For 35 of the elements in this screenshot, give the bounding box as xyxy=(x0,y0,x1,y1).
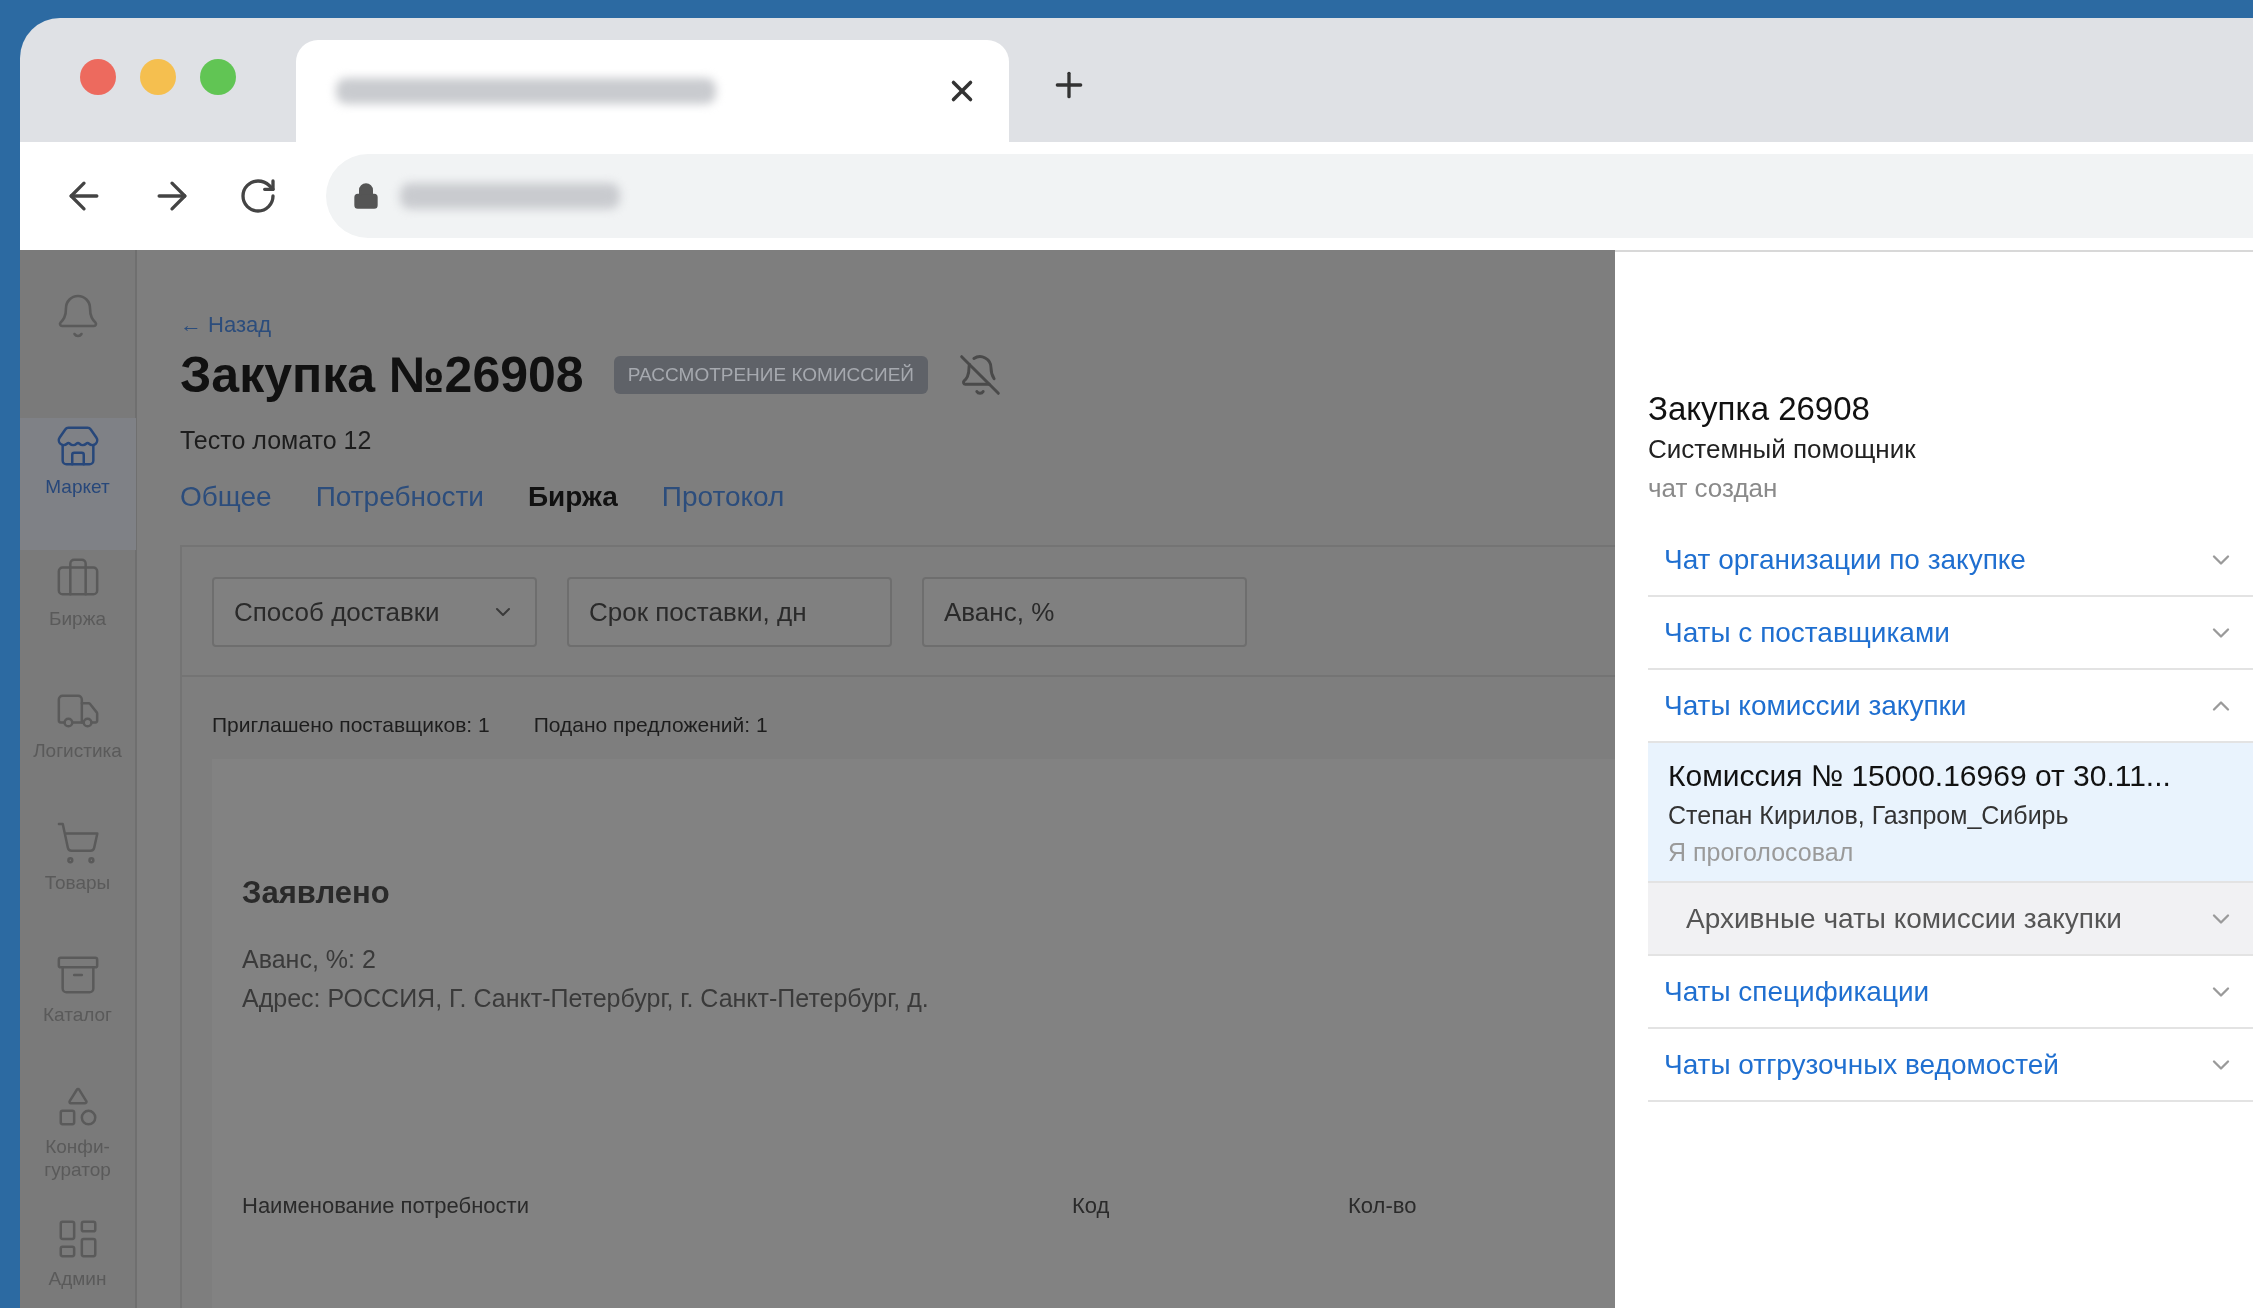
close-window-dot[interactable] xyxy=(80,59,116,95)
maximize-window-dot[interactable] xyxy=(200,59,236,95)
accordion-header[interactable]: Архивные чаты комиссии закупки xyxy=(1648,883,2253,956)
tab[interactable]: Потребности xyxy=(315,481,484,513)
chat-panel-subtitle: Системный помощник xyxy=(1648,434,1917,465)
chat-item[interactable]: Комиссия № 15000.16969 от 30.11... Степан Кирилов, Газпром_Сибирь Я проголосовал xyxy=(1648,743,2253,883)
input-field[interactable]: Аванс, % xyxy=(922,577,1247,647)
column-header: Наименование потребности xyxy=(242,1193,530,1219)
tab[interactable]: Биржа xyxy=(527,481,618,513)
chat-participants: Степан Кирилов, Газпром_Сибирь xyxy=(1668,801,2070,830)
column-header: Код xyxy=(1072,1193,1111,1219)
input-field[interactable]: Срок поставки, дн xyxy=(567,577,892,647)
chat-panel-title: Закупка 26908 xyxy=(1648,390,1871,428)
chat-status: Я проголосовал xyxy=(1668,838,1855,867)
minimize-window-dot[interactable] xyxy=(140,59,176,95)
subtitle: Тесто ломато 12 xyxy=(180,426,373,455)
chat-panel-status: чат создан xyxy=(1648,473,1779,504)
back-link[interactable]: ← Назад xyxy=(180,312,272,338)
page-title: Закупка №26908 xyxy=(180,346,584,404)
tab[interactable]: Протокол xyxy=(661,481,785,513)
lock-icon xyxy=(352,182,380,210)
address-field[interactable] xyxy=(326,154,2253,238)
column-header: Кол-во xyxy=(1348,1193,1418,1219)
stat-text: Подано предложений: 1 xyxy=(533,713,768,737)
select-field[interactable]: Способ доставки xyxy=(212,577,537,647)
status-badge: РАССМОТРЕНИЕ КОМИССИЕЙ xyxy=(613,356,928,394)
reload-icon[interactable] xyxy=(238,176,278,216)
sidebar-item[interactable]: Маркет xyxy=(20,418,136,550)
tab[interactable]: Общее xyxy=(180,481,272,513)
card-text: Аванс, %: 2 xyxy=(242,945,377,974)
bell-off-icon[interactable] xyxy=(958,353,1002,397)
stat-text: Приглашено поставщиков: 1 xyxy=(212,713,490,737)
card-heading: Заявлено xyxy=(242,875,391,911)
chat-title: Комиссия № 15000.16969 от 30.11... xyxy=(1668,759,2172,793)
card-text: Адрес: РОССИЯ, Г. Санкт-Петербург, г. Санкт-Петербург, д. xyxy=(242,984,930,1013)
